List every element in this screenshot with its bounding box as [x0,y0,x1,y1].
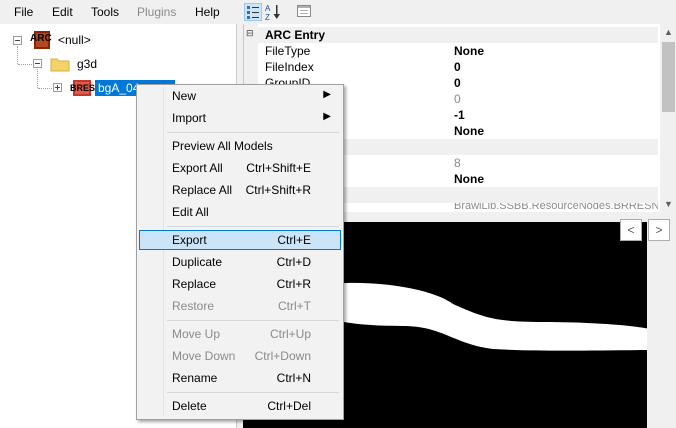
menu-item-label: Move Up [172,327,221,341]
menu-item-shortcut: Ctrl+Shift+R [245,183,311,197]
menu-item-label: Rename [172,371,218,385]
collapse-root-toggle[interactable] [13,36,22,45]
context-menu: New ▶ Import ▶ Preview All Models Export… [136,84,344,420]
menu-item-shortcut: Ctrl+Shift+E [246,161,311,175]
property-value[interactable]: 0 [454,76,461,90]
property-value[interactable]: None [454,124,484,138]
menu-edit[interactable]: Edit [52,5,73,19]
menu-separator [167,226,339,227]
menu-item-label: Export [172,233,207,247]
menu-item-edit-all[interactable]: Edit All [139,202,341,222]
scroll-up-icon[interactable]: ▲ [660,24,676,40]
menu-item-label: Replace [172,277,217,291]
submenu-arrow-icon: ▶ [323,89,331,100]
categorized-view-icon [247,6,259,19]
menu-item-move-down: Move Down Ctrl+Down [139,346,341,366]
menu-item-label: Delete [172,399,207,413]
svg-text:A: A [265,4,271,13]
bres-badge: BRES [70,83,96,93]
property-grid-scrollbar[interactable]: ▲ ▼ [660,24,676,212]
menu-item-label: Restore [172,299,215,313]
menu-item-label: New [172,89,197,103]
menu-item-shortcut: Ctrl+N [276,371,311,385]
menu-item-shortcut: Ctrl+R [276,277,311,291]
property-value: BrawlLib.SSBB.ResourceNodes.BRRESN... [454,203,658,212]
next-image-button[interactable]: > [648,219,670,241]
menu-item-replace-all[interactable]: Replace All Ctrl+Shift+R [139,180,341,200]
menu-item-export[interactable]: Export Ctrl+E [139,230,341,250]
property-pages-button[interactable] [296,3,314,21]
property-value[interactable]: -1 [454,108,465,122]
property-value: 0 [454,92,461,106]
menu-item-label: Preview All Models [172,139,273,153]
menu-separator [167,132,339,133]
menu-file[interactable]: File [14,5,33,19]
menu-bar: File Edit Tools Plugins Help A Z [0,0,676,24]
tree-root-label[interactable]: <null> [58,33,91,47]
menu-item-shortcut: Ctrl+D [276,255,311,269]
property-value[interactable]: 0 [454,60,461,74]
menu-item-import[interactable]: Import ▶ [139,108,341,128]
folder-icon [50,58,70,72]
property-value: 8 [454,156,461,170]
menu-plugins[interactable]: Plugins [137,5,176,19]
collapse-g3d-toggle[interactable] [33,59,42,68]
menu-item-shortcut: Ctrl+T [278,299,311,313]
expand-bres-toggle[interactable] [53,83,62,92]
collapse-category-icon[interactable]: ⊟ [246,28,254,39]
menu-item-shortcut: Ctrl+Del [267,399,311,413]
menu-item-label: Edit All [172,205,209,219]
menu-tools[interactable]: Tools [91,5,119,19]
menu-item-delete[interactable]: Delete Ctrl+Del [139,396,341,416]
property-row[interactable]: FileIndex 0 [244,59,658,75]
menu-separator [167,320,339,321]
menu-item-shortcut: Ctrl+Down [254,349,311,363]
arc-badge: ARC [30,33,52,44]
property-pages-icon [297,5,311,17]
menu-item-label: Export All [172,161,223,175]
scrollbar-thumb[interactable] [662,42,675,112]
submenu-arrow-icon: ▶ [323,111,331,122]
menu-item-label: Import [172,111,207,125]
menu-item-label: Replace All [172,183,233,197]
menu-item-rename[interactable]: Rename Ctrl+N [139,368,341,388]
menu-item-export-all[interactable]: Export All Ctrl+Shift+E [139,158,341,178]
menu-separator [167,392,339,393]
menu-item-label: Duplicate [172,255,223,269]
tree-folder-label[interactable]: g3d [77,57,97,71]
categorized-view-button[interactable] [244,3,262,21]
property-name: FileIndex [265,60,314,74]
menu-item-restore: Restore Ctrl+T [139,296,341,316]
property-row[interactable]: FileType None [244,43,658,59]
property-category-row: ⊟ ARC Entry [244,27,658,43]
menu-help[interactable]: Help [195,5,220,19]
menu-item-replace[interactable]: Replace Ctrl+R [139,274,341,294]
property-category-label: ARC Entry [265,28,326,42]
sort-az-icon: A Z [265,4,280,22]
property-value[interactable]: None [454,172,484,186]
previous-image-button[interactable]: < [620,219,642,241]
menu-item-shortcut: Ctrl+E [277,233,311,247]
menu-item-shortcut: Ctrl+Up [269,327,311,341]
menu-item-move-up: Move Up Ctrl+Up [139,324,341,344]
svg-text:Z: Z [265,13,270,21]
menu-item-preview-all-models[interactable]: Preview All Models [139,136,341,156]
scroll-down-icon[interactable]: ▼ [660,196,676,212]
menu-item-duplicate[interactable]: Duplicate Ctrl+D [139,252,341,272]
property-name: FileType [265,44,311,58]
property-value[interactable]: None [454,44,484,58]
sort-alphabetical-button[interactable]: A Z [264,3,282,22]
menu-item-label: Move Down [172,349,236,363]
menu-item-new[interactable]: New ▶ [139,86,341,106]
